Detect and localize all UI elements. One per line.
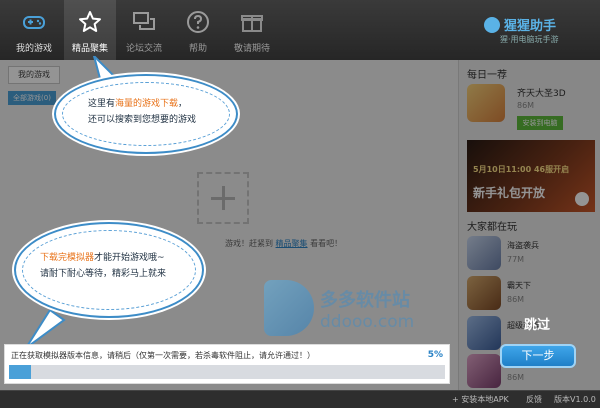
status-bar: + 安装本地APK 反馈 版本V1.0.0 (0, 390, 600, 408)
progress-track (9, 365, 445, 379)
tip-line2: 请耐下耐心等待，精彩马上就来 (40, 269, 167, 279)
brand-name: 猩猩助手 (504, 19, 557, 34)
tip-line2: 还可以搜索到您想要的游戏 (88, 115, 197, 125)
download-progress: 正在获取模拟器版本信息，请稍后（仅第一次需要，若杀毒软件阻止，请允许通过！） 5… (4, 344, 450, 384)
install-apk-button[interactable]: + 安装本地APK (452, 394, 509, 405)
chat-icon (133, 12, 155, 30)
app-window: 我的游戏 精品聚集 论坛交流 帮助 敬请期待 猩猩助手 猩·用电脑玩手游 我的游… (0, 0, 600, 408)
gamepad-icon (23, 16, 45, 29)
progress-fill (9, 365, 31, 379)
brand-logo: 猩猩助手 猩·用电脑玩手游 (482, 14, 592, 48)
watermark-cn: 多多软件站 (320, 290, 410, 311)
tip-punct: ， (178, 99, 188, 109)
progress-message: 正在获取模拟器版本信息，请稍后（仅第一次需要，若杀毒软件阻止，请允许通过！） (11, 351, 315, 360)
gift-icon (241, 15, 263, 32)
brand-mascot-icon (484, 17, 500, 33)
tip-bubble-download: 下载完模拟器才能开始游戏哦~ 请耐下耐心等待，精彩马上就来 (14, 222, 204, 318)
nav-featured-label: 精品聚集 (71, 44, 108, 54)
nav-featured[interactable]: 精品聚集 (64, 0, 116, 60)
tip-line1: 下载完模拟器才能开始游戏哦~ (40, 250, 165, 266)
tip-highlight: 海量的游戏下载 (115, 99, 179, 109)
nav-my-games-label: 我的游戏 (15, 44, 52, 54)
next-button[interactable]: 下一步 (500, 344, 576, 368)
nav-forum-label: 论坛交流 (125, 44, 162, 54)
nav-help[interactable]: 帮助 (172, 0, 224, 60)
feedback-link[interactable]: 反馈 (526, 394, 542, 405)
nav-help-label: 帮助 (188, 44, 207, 54)
star-icon (79, 11, 101, 32)
skip-button[interactable]: 跳过 (524, 314, 550, 333)
tip-line1: 这里有海量的游戏下载， (88, 96, 187, 112)
watermark-en: ddooo.com (320, 312, 415, 332)
question-icon (187, 11, 209, 33)
progress-percent: 5% (427, 350, 443, 360)
nav-coming-soon[interactable]: 敬请期待 (226, 0, 278, 60)
brand-slogan: 猩·用电脑玩手游 (500, 35, 559, 44)
tip-highlight: 下载完模拟器 (40, 253, 95, 263)
tip-text: 这里有 (88, 99, 116, 109)
nav-forum[interactable]: 论坛交流 (118, 0, 170, 60)
watermark-logo (264, 280, 314, 336)
version-label: 版本V1.0.0 (554, 395, 596, 404)
tip-text: 才能开始游戏哦~ (94, 253, 165, 263)
nav-coming-soon-label: 敬请期待 (233, 44, 270, 54)
nav-my-games[interactable]: 我的游戏 (8, 0, 60, 60)
top-nav-bar: 我的游戏 精品聚集 论坛交流 帮助 敬请期待 猩猩助手 猩·用电脑玩手游 (0, 0, 600, 60)
watermark: 多多软件站 ddooo.com (262, 278, 442, 342)
bubble-tail (26, 310, 66, 348)
tip-bubble-search: 这里有海量的游戏下载， 还可以搜索到您想要的游戏 (54, 74, 238, 154)
